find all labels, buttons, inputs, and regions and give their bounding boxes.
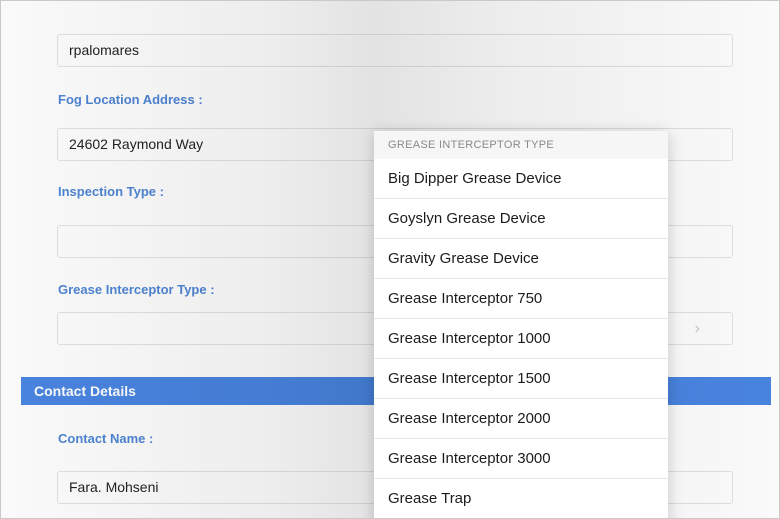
grease-interceptor-label: Grease Interceptor Type : [58, 282, 215, 297]
inspector-field[interactable]: rpalomares [57, 34, 733, 67]
fog-location-label: Fog Location Address : [58, 92, 203, 107]
option-grease-interceptor-1500[interactable]: Grease Interceptor 1500 [374, 359, 668, 399]
option-grease-interceptor-1000[interactable]: Grease Interceptor 1000 [374, 319, 668, 359]
option-grease-trap[interactable]: Grease Trap [374, 479, 668, 518]
chevron-right-icon: › [694, 320, 700, 337]
option-grease-interceptor-750[interactable]: Grease Interceptor 750 [374, 279, 668, 319]
option-grease-interceptor-2000[interactable]: Grease Interceptor 2000 [374, 399, 668, 439]
option-gravity-grease-device[interactable]: Gravity Grease Device [374, 239, 668, 279]
option-goyslyn-grease-device[interactable]: Goyslyn Grease Device [374, 199, 668, 239]
app-frame: rpalomares Fog Location Address : 24602 … [0, 0, 780, 519]
grease-interceptor-type-popover: GREASE INTERCEPTOR TYPE Big Dipper Greas… [374, 131, 668, 518]
popover-header: GREASE INTERCEPTOR TYPE [374, 131, 668, 159]
inspection-type-label: Inspection Type : [58, 184, 164, 199]
option-grease-interceptor-3000[interactable]: Grease Interceptor 3000 [374, 439, 668, 479]
option-big-dipper-grease-device[interactable]: Big Dipper Grease Device [374, 159, 668, 199]
contact-name-label: Contact Name : [58, 431, 154, 446]
